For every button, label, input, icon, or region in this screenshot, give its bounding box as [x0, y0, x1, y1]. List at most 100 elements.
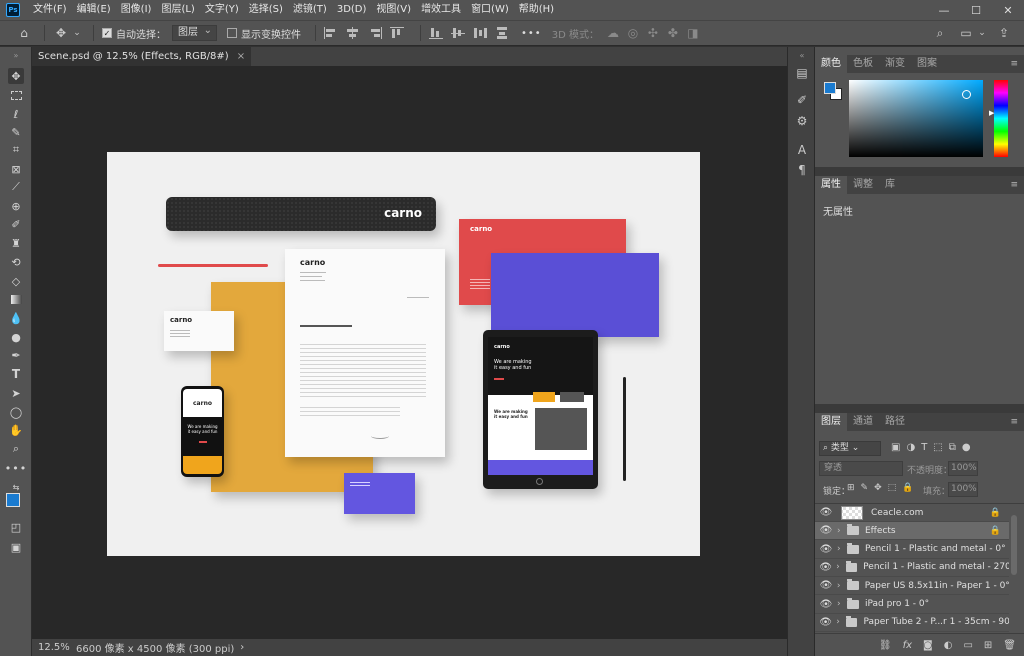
lock-transparent-icon[interactable]: ⊞	[847, 483, 855, 493]
artboard[interactable]: carno carno carno carno We are making it	[107, 152, 700, 556]
foreground-color-swatch[interactable]	[824, 82, 836, 94]
menu-item-11[interactable]: 帮助(H)	[514, 0, 559, 20]
pen-tool-icon[interactable]: ✒	[8, 347, 24, 363]
filter-smart-object-icon[interactable]: ⧉	[949, 442, 956, 453]
stamp-tool-icon[interactable]: ♜	[8, 235, 24, 251]
tab-swatches[interactable]: 色板	[847, 55, 879, 73]
layer-row[interactable]: 👁 › iPad pro 1 - 0°	[815, 596, 1009, 614]
align-top-icon[interactable]	[390, 27, 404, 39]
edit-toolbar-icon[interactable]: •••	[5, 460, 26, 476]
path-select-tool-icon[interactable]: ➤	[8, 385, 24, 401]
dodge-tool-icon[interactable]: ●	[8, 329, 24, 345]
hue-slider-handle[interactable]: ▶	[989, 109, 994, 117]
zoom-tool-icon[interactable]: ⌕	[8, 441, 24, 457]
quick-select-tool-icon[interactable]: ✎	[8, 124, 24, 140]
menu-item-4[interactable]: 文字(Y)	[200, 0, 244, 20]
align-center-h-icon[interactable]	[346, 27, 360, 39]
menu-item-3[interactable]: 图层(L)	[156, 0, 199, 20]
collapse-icon[interactable]: »	[8, 47, 24, 63]
menu-item-0[interactable]: 文件(F)	[28, 0, 72, 20]
menu-item-8[interactable]: 视图(V)	[371, 0, 416, 20]
chevron-down-icon[interactable]: ⌄	[978, 25, 986, 41]
document-tab[interactable]: Scene.psd @ 12.5% (Effects, RGB/8#) ×	[32, 47, 252, 66]
opacity-input[interactable]: 100%	[948, 461, 978, 476]
healing-brush-tool-icon[interactable]: ⊕	[8, 198, 24, 214]
folder-icon[interactable]: ▭	[963, 640, 972, 651]
status-arrow-icon[interactable]: ›	[240, 642, 244, 653]
align-middle-v-icon[interactable]	[451, 27, 465, 39]
blend-mode-dropdown[interactable]: 穿透	[819, 461, 903, 476]
layers-scrollbar[interactable]	[1011, 515, 1017, 575]
panel-menu-icon[interactable]: ≡	[1010, 180, 1018, 190]
tab-libraries[interactable]: 库	[879, 176, 901, 194]
trash-icon[interactable]: 🗑	[1003, 640, 1016, 651]
mask-icon[interactable]: ◙	[923, 640, 933, 651]
marquee-tool-icon[interactable]	[8, 87, 24, 103]
brush-tool-icon[interactable]: ✐	[8, 216, 24, 232]
filter-pixel-icon[interactable]: ▣	[891, 442, 900, 453]
visibility-eye-icon[interactable]: 👁	[815, 617, 836, 628]
roll-3d-icon[interactable]: ◎	[625, 25, 641, 41]
close-button[interactable]: ✕	[992, 0, 1024, 20]
new-layer-icon[interactable]: ⊞	[984, 640, 992, 651]
expand-chevron-icon[interactable]: ›	[837, 581, 847, 591]
tab-gradients[interactable]: 渐变	[879, 55, 911, 73]
show-transform-checkbox[interactable]	[227, 28, 237, 38]
panel-menu-icon[interactable]: ≡	[1010, 59, 1018, 69]
expand-chevron-icon[interactable]: ›	[837, 544, 847, 554]
eraser-tool-icon[interactable]: ◇	[8, 273, 24, 289]
fill-input[interactable]: 100%	[948, 482, 978, 497]
auto-select-dropdown[interactable]: 图层	[172, 24, 217, 41]
menu-item-9[interactable]: 增效工具	[416, 0, 466, 20]
distribute-icon[interactable]	[473, 27, 487, 39]
layer-row[interactable]: 👁 › Effects 🔒	[815, 522, 1009, 541]
type-tool-icon[interactable]: T	[8, 366, 24, 382]
align-right-icon[interactable]	[368, 27, 382, 39]
drag-3d-icon[interactable]: ✣	[645, 25, 661, 41]
tab-color[interactable]: 颜色	[815, 55, 847, 73]
filter-toggle-icon[interactable]: ●	[962, 442, 971, 453]
orbit-3d-icon[interactable]: ☁	[605, 25, 621, 41]
workspace-icon[interactable]: ▭	[958, 25, 974, 41]
fx-icon[interactable]: fx	[903, 640, 912, 651]
camera-3d-icon[interactable]: ◨	[685, 25, 701, 41]
maximize-button[interactable]: ☐	[960, 0, 992, 20]
color-picker-handle[interactable]	[962, 90, 971, 99]
lock-position-icon[interactable]: ✥	[874, 483, 882, 493]
lock-artboard-icon[interactable]: ⬚	[888, 483, 897, 493]
tab-paths[interactable]: 路径	[879, 413, 911, 431]
tab-properties[interactable]: 属性	[815, 176, 847, 194]
eyedropper-tool-icon[interactable]: ⟋	[8, 179, 24, 195]
move-tool-icon[interactable]: ✥	[8, 68, 24, 84]
history-brush-tool-icon[interactable]: ⟲	[8, 254, 24, 270]
lock-image-icon[interactable]: ✎	[861, 483, 869, 493]
expand-chevron-icon[interactable]: ›	[836, 562, 846, 572]
quick-mask-icon[interactable]: ◰	[8, 519, 24, 535]
visibility-eye-icon[interactable]: 👁	[815, 599, 837, 610]
color-field[interactable]	[849, 80, 983, 157]
frame-tool-icon[interactable]: ⊠	[8, 161, 24, 177]
chevron-down-icon[interactable]: ⌄	[73, 25, 81, 41]
close-tab-icon[interactable]: ×	[237, 51, 245, 62]
visibility-eye-icon[interactable]: 👁	[815, 562, 836, 573]
brush-settings-icon[interactable]: ✐	[794, 92, 810, 108]
layer-row[interactable]: 👁 Ceacle.com 🔒	[815, 504, 1009, 522]
history-panel-icon[interactable]: ▤	[794, 65, 810, 81]
filter-adjustment-icon[interactable]: ◑	[906, 442, 915, 453]
visibility-eye-icon[interactable]: 👁	[815, 544, 837, 555]
menu-item-1[interactable]: 编辑(E)	[72, 0, 116, 20]
filter-shape-icon[interactable]: ⬚	[933, 442, 942, 453]
visibility-eye-icon[interactable]: 👁	[815, 525, 837, 536]
panel-menu-icon[interactable]: ≡	[1010, 417, 1018, 427]
tab-channels[interactable]: 通道	[847, 413, 879, 431]
zoom-level[interactable]: 12.5%	[38, 642, 70, 653]
expand-chevron-icon[interactable]: ›	[837, 526, 847, 536]
lasso-tool-icon[interactable]: ℓ	[8, 106, 24, 122]
slide-3d-icon[interactable]: ✤	[665, 25, 681, 41]
lock-all-icon[interactable]: 🔒	[902, 483, 913, 493]
layer-row[interactable]: 👁 › Pencil 1 - Plastic and metal - 0°	[815, 541, 1009, 559]
visibility-eye-icon[interactable]: 👁	[815, 507, 837, 518]
ellipse-tool-icon[interactable]: ◯	[8, 404, 24, 420]
layer-filter-dropdown[interactable]: ⌕ 类型 ⌄	[819, 441, 881, 456]
screen-mode-icon[interactable]: ▣	[8, 539, 24, 555]
